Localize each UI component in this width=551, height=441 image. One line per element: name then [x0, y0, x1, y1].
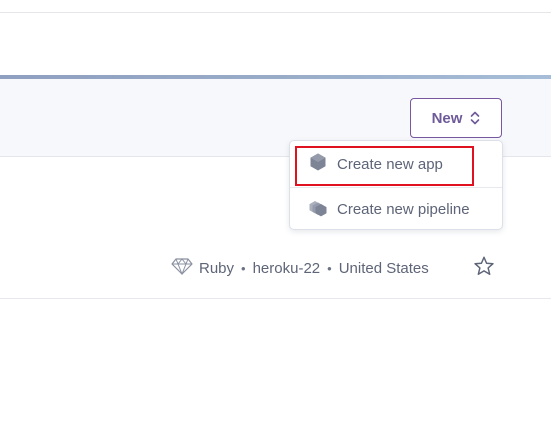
star-icon [473, 255, 495, 282]
ruby-gem-icon [171, 257, 193, 279]
app-language: Ruby [199, 259, 235, 277]
app-meta: Ruby • heroku-22 • United States [171, 256, 429, 280]
favorite-star-button[interactable] [472, 256, 496, 280]
app-stack: heroku-22 [252, 259, 321, 277]
top-bar [0, 0, 551, 13]
page: New Create new app Create new pipeline R… [0, 0, 551, 441]
new-button-label: New [431, 109, 463, 127]
separator-dot: • [241, 260, 246, 276]
app-region: United States [338, 259, 429, 277]
new-button[interactable]: New [410, 98, 502, 138]
chevron-updown-icon [470, 111, 480, 125]
separator-dot: • [327, 260, 332, 276]
